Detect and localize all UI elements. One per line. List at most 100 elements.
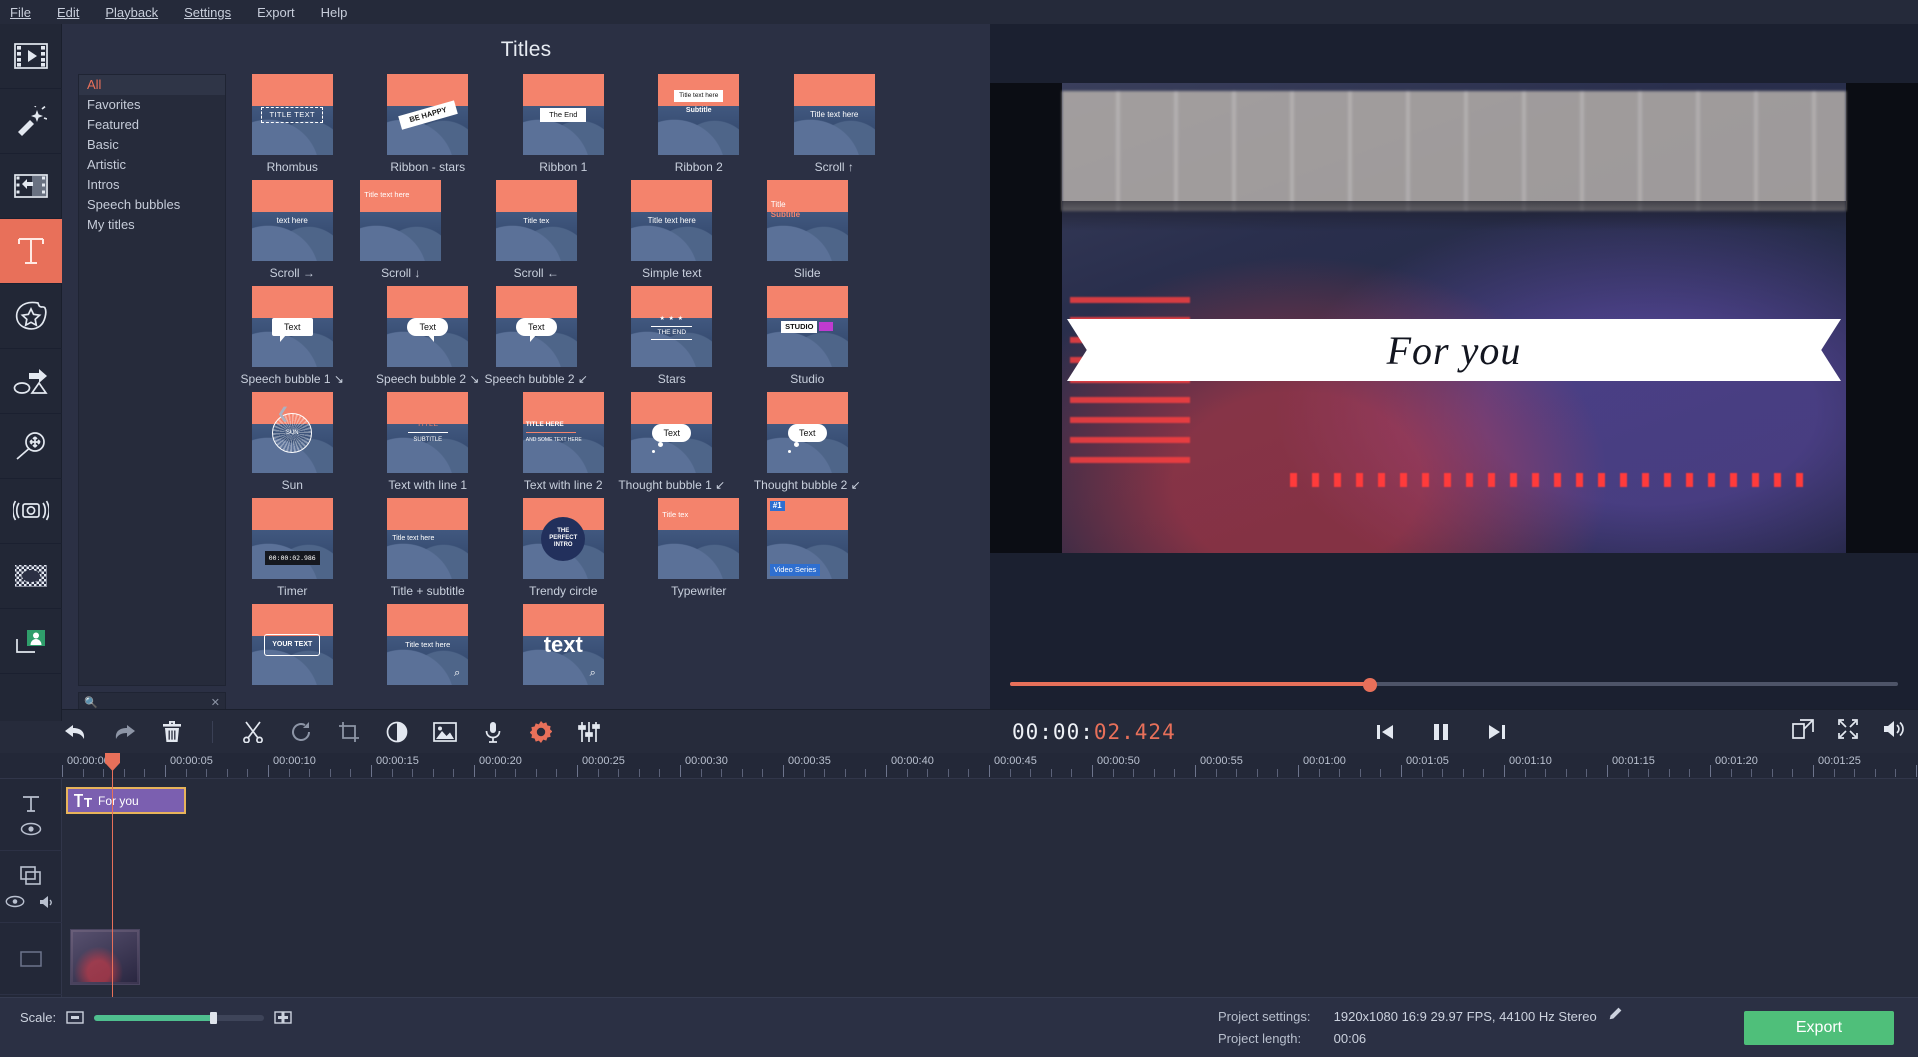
title-preset-thumbnail[interactable]: The End: [522, 74, 604, 155]
title-preset-item[interactable]: Text Speech bubble 2 ↙: [482, 286, 591, 386]
title-preset-item[interactable]: Text Thought bubble 2 ↙: [753, 392, 862, 492]
record-audio-button[interactable]: [479, 718, 507, 746]
title-preset-item[interactable]: Title text here Subtitle Ribbon 2: [645, 74, 754, 174]
rotate-button[interactable]: [287, 718, 315, 746]
video-preview[interactable]: For you: [990, 83, 1918, 553]
title-preset-thumbnail[interactable]: Text: [631, 392, 713, 473]
eye-icon[interactable]: [20, 822, 42, 836]
menu-edit[interactable]: Edit: [57, 5, 79, 20]
title-preset-item[interactable]: text ⌕: [509, 604, 618, 690]
menu-help[interactable]: Help: [321, 5, 348, 20]
undo-button[interactable]: [62, 718, 90, 746]
category-item-basic[interactable]: Basic: [79, 135, 225, 155]
clip-properties-button[interactable]: [527, 718, 555, 746]
title-preset-item[interactable]: 00:00:02.986 Timer: [238, 498, 347, 598]
previous-frame-button[interactable]: [1370, 719, 1400, 745]
title-preset-thumbnail[interactable]: TITLE SUBTITLE: [387, 392, 469, 473]
category-item-my-titles[interactable]: My titles: [79, 215, 225, 235]
title-preset-thumbnail[interactable]: Title text here: [387, 498, 469, 579]
title-preset-thumbnail[interactable]: Title Subtitle: [766, 180, 848, 261]
volume-button[interactable]: [1882, 719, 1906, 744]
title-overlay[interactable]: For you: [1067, 319, 1841, 381]
title-preset-item[interactable]: Title text here Scroll ↑: [780, 74, 889, 174]
menu-playback[interactable]: Playback: [105, 5, 158, 20]
fullscreen-button[interactable]: [1838, 719, 1858, 744]
title-preset-item[interactable]: BE HAPPY Ribbon - stars: [374, 74, 483, 174]
title-preset-item[interactable]: TITLE HERE AND SOME TEXT HERE Text with li…: [509, 392, 618, 492]
sidebar-item-stickers[interactable]: [0, 284, 62, 349]
sidebar-item-import-media[interactable]: [0, 24, 62, 89]
title-preset-thumbnail[interactable]: Title text here: [793, 74, 875, 155]
title-preset-thumbnail[interactable]: TITLE TEXT: [251, 74, 333, 155]
category-item-featured[interactable]: Featured: [79, 115, 225, 135]
title-preset-item[interactable]: The End Ribbon 1: [509, 74, 618, 174]
title-preset-item[interactable]: Text Speech bubble 2 ↘: [374, 286, 483, 386]
title-preset-item[interactable]: Text Thought bubble 1 ↙: [618, 392, 727, 492]
timeline-ruler[interactable]: 00:00:00 00:00:05 00:00:10 00:00:15 00:00:20…: [0, 753, 1918, 779]
sidebar-item-more-tools[interactable]: [0, 89, 62, 154]
edit-project-settings-button[interactable]: [1608, 1007, 1622, 1024]
title-preset-thumbnail[interactable]: YOUR TEXT: [251, 604, 333, 685]
title-preset-thumbnail[interactable]: Text: [766, 392, 848, 473]
split-button[interactable]: [239, 718, 267, 746]
color-adjust-button[interactable]: [383, 718, 411, 746]
title-preset-item[interactable]: Title text here ⌕: [374, 604, 483, 690]
title-preset-thumbnail[interactable]: Title text here Subtitle: [658, 74, 740, 155]
title-preset-thumbnail[interactable]: text ⌕: [522, 604, 604, 685]
title-preset-item[interactable]: Title text here Simple text: [618, 180, 727, 280]
title-preset-item[interactable]: TITLE TEXT Rhombus: [238, 74, 347, 174]
title-preset-thumbnail[interactable]: Text: [251, 286, 333, 367]
title-preset-item[interactable]: Title text here Scroll ↓: [347, 180, 456, 280]
eye-icon[interactable]: [5, 895, 25, 908]
export-button[interactable]: Export: [1744, 1011, 1894, 1045]
title-preset-thumbnail[interactable]: Text: [495, 286, 577, 367]
speaker-icon[interactable]: [39, 895, 57, 909]
menu-settings[interactable]: Settings: [184, 5, 231, 20]
title-preset-item[interactable]: Title tex Typewriter: [645, 498, 754, 598]
title-preset-thumbnail[interactable]: Title text here: [360, 180, 442, 261]
next-frame-button[interactable]: [1482, 719, 1512, 745]
title-preset-thumbnail[interactable]: text here: [251, 180, 333, 261]
title-preset-thumbnail[interactable]: #1 Video Series: [766, 498, 848, 579]
image-properties-button[interactable]: [431, 718, 459, 746]
sidebar-item-animation[interactable]: [0, 349, 62, 414]
timeline-video-clip[interactable]: [70, 929, 140, 985]
redo-button[interactable]: [110, 718, 138, 746]
sidebar-item-pan-and-zoom[interactable]: [0, 414, 62, 479]
category-item-artistic[interactable]: Artistic: [79, 155, 225, 175]
title-preset-item[interactable]: SUN Sun: [238, 392, 347, 492]
title-preset-item[interactable]: THE PERFECT INTRO Trendy circle: [509, 498, 618, 598]
seek-bar[interactable]: [1010, 678, 1898, 692]
title-preset-thumbnail[interactable]: Text: [387, 286, 469, 367]
title-preset-thumbnail[interactable]: TITLE HERE AND SOME TEXT HERE: [522, 392, 604, 473]
zoom-out-icon[interactable]: [66, 1010, 84, 1025]
category-item-intros[interactable]: Intros: [79, 175, 225, 195]
crop-button[interactable]: [335, 718, 363, 746]
zoom-in-icon[interactable]: [274, 1010, 292, 1025]
menu-export[interactable]: Export: [257, 5, 295, 20]
scale-slider-handle[interactable]: [210, 1011, 218, 1024]
title-preset-item[interactable]: Text Speech bubble 1 ↘: [238, 286, 347, 386]
title-preset-thumbnail[interactable]: SUN: [251, 392, 333, 473]
sidebar-item-highlight-and-conceal[interactable]: [0, 609, 62, 674]
menu-file[interactable]: File: [10, 5, 31, 20]
title-preset-thumbnail[interactable]: Title tex: [495, 180, 577, 261]
playhead[interactable]: [105, 753, 120, 997]
timeline-title-clip[interactable]: For you: [66, 787, 186, 814]
title-preset-thumbnail[interactable]: 00:00:02.986: [251, 498, 333, 579]
title-preset-thumbnail[interactable]: Title tex: [658, 498, 740, 579]
title-preset-thumbnail[interactable]: THE PERFECT INTRO: [522, 498, 604, 579]
sidebar-item-titles[interactable]: [0, 219, 62, 284]
timeline[interactable]: 00:00:00 00:00:05 00:00:10 00:00:15 00:00:20…: [0, 753, 1918, 997]
title-preset-item[interactable]: #1 Video Series: [753, 498, 862, 598]
title-preset-item[interactable]: Title tex Scroll ←: [482, 180, 591, 280]
detach-player-button[interactable]: [1792, 719, 1814, 744]
category-item-speech-bubbles[interactable]: Speech bubbles: [79, 195, 225, 215]
title-preset-item[interactable]: ★ ★ ★ THE END Stars: [618, 286, 727, 386]
title-preset-item[interactable]: YOUR TEXT: [238, 604, 347, 690]
sidebar-item-stabilization[interactable]: [0, 479, 62, 544]
title-preset-thumbnail[interactable]: BE HAPPY: [387, 74, 469, 155]
collapse-panel-button[interactable]: ❮: [275, 399, 291, 427]
audio-properties-button[interactable]: [575, 718, 603, 746]
sidebar-item-transitions[interactable]: [0, 154, 62, 219]
